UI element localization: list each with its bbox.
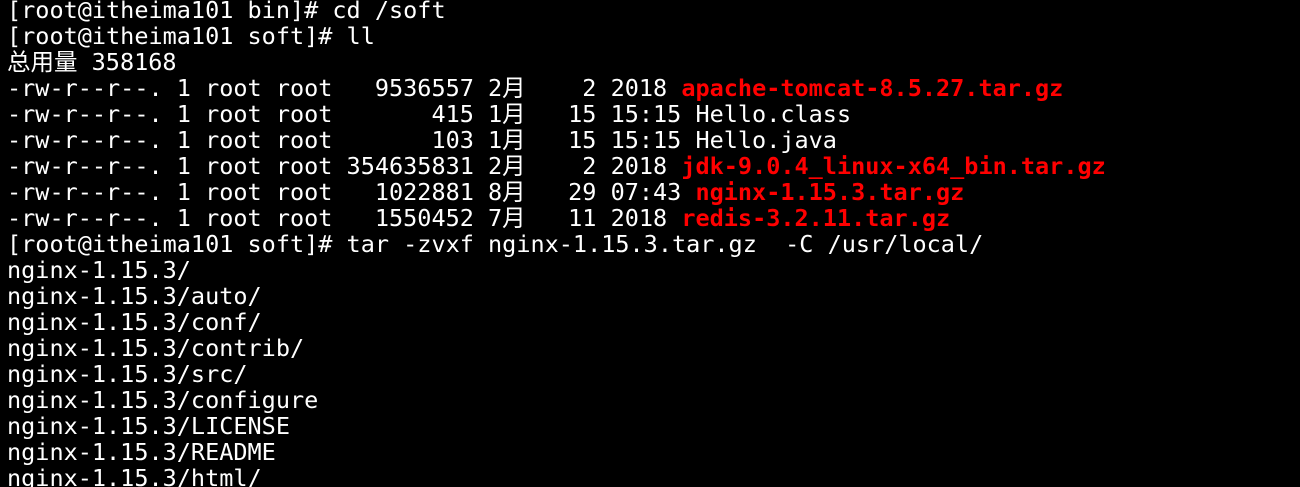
archive-filename: nginx-1.15.3.tar.gz — [695, 179, 965, 205]
output-line: nginx-1.15.3/auto/ — [7, 283, 262, 309]
listing-attributes: -rw-r--r--. 1 root root 1550452 7月 11 20… — [7, 205, 682, 231]
listing-attributes: -rw-r--r--. 1 root root 103 1月 15 15:15 — [7, 127, 696, 153]
listing-row: -rw-r--r--. 1 root root 354635831 2月 2 2… — [7, 153, 1297, 179]
listing-row: -rw-r--r--. 1 root root 1022881 8月 29 07… — [7, 179, 1297, 205]
listing-attributes: -rw-r--r--. 1 root root 1022881 8月 29 07… — [7, 179, 696, 205]
output-line: nginx-1.15.3/configure — [7, 387, 319, 413]
listing-row: -rw-r--r--. 1 root root 415 1月 15 15:15 … — [7, 101, 1297, 127]
output-line: nginx-1.15.3/README — [7, 439, 276, 465]
command-line: [root@itheima101 soft]# ll — [7, 23, 375, 49]
output-line: nginx-1.15.3/LICENSE — [7, 413, 290, 439]
command-line: [root@itheima101 soft]# tar -zvxf nginx-… — [7, 231, 984, 257]
archive-filename: jdk-9.0.4_linux-x64_bin.tar.gz — [681, 153, 1106, 179]
terminal-window[interactable]: [root@itheima101 bin]# cd /soft [root@ith… — [0, 0, 1300, 487]
output-line: nginx-1.15.3/conf/ — [7, 309, 262, 335]
filename: Hello.java — [695, 127, 837, 153]
listing-row: -rw-r--r--. 1 root root 9536557 2月 2 201… — [7, 75, 1297, 101]
output-line: 总用量 358168 — [7, 49, 177, 75]
listing-row: -rw-r--r--. 1 root root 1550452 7月 11 20… — [7, 205, 1297, 231]
terminal-output: [root@itheima101 bin]# cd /soft [root@ith… — [7, 0, 1297, 487]
archive-filename: apache-tomcat-8.5.27.tar.gz — [681, 75, 1064, 101]
listing-attributes: -rw-r--r--. 1 root root 415 1月 15 15:15 — [7, 101, 696, 127]
command-line: [root@itheima101 bin]# cd /soft — [7, 0, 446, 23]
listing-attributes: -rw-r--r--. 1 root root 9536557 2月 2 201… — [7, 75, 682, 101]
output-line: nginx-1.15.3/src/ — [7, 361, 248, 387]
output-line: nginx-1.15.3/html/ — [7, 465, 262, 487]
filename: Hello.class — [695, 101, 852, 127]
output-line: nginx-1.15.3/ — [7, 257, 191, 283]
archive-filename: redis-3.2.11.tar.gz — [681, 205, 951, 231]
output-line: nginx-1.15.3/contrib/ — [7, 335, 305, 361]
listing-row: -rw-r--r--. 1 root root 103 1月 15 15:15 … — [7, 127, 1297, 153]
listing-attributes: -rw-r--r--. 1 root root 354635831 2月 2 2… — [7, 153, 682, 179]
